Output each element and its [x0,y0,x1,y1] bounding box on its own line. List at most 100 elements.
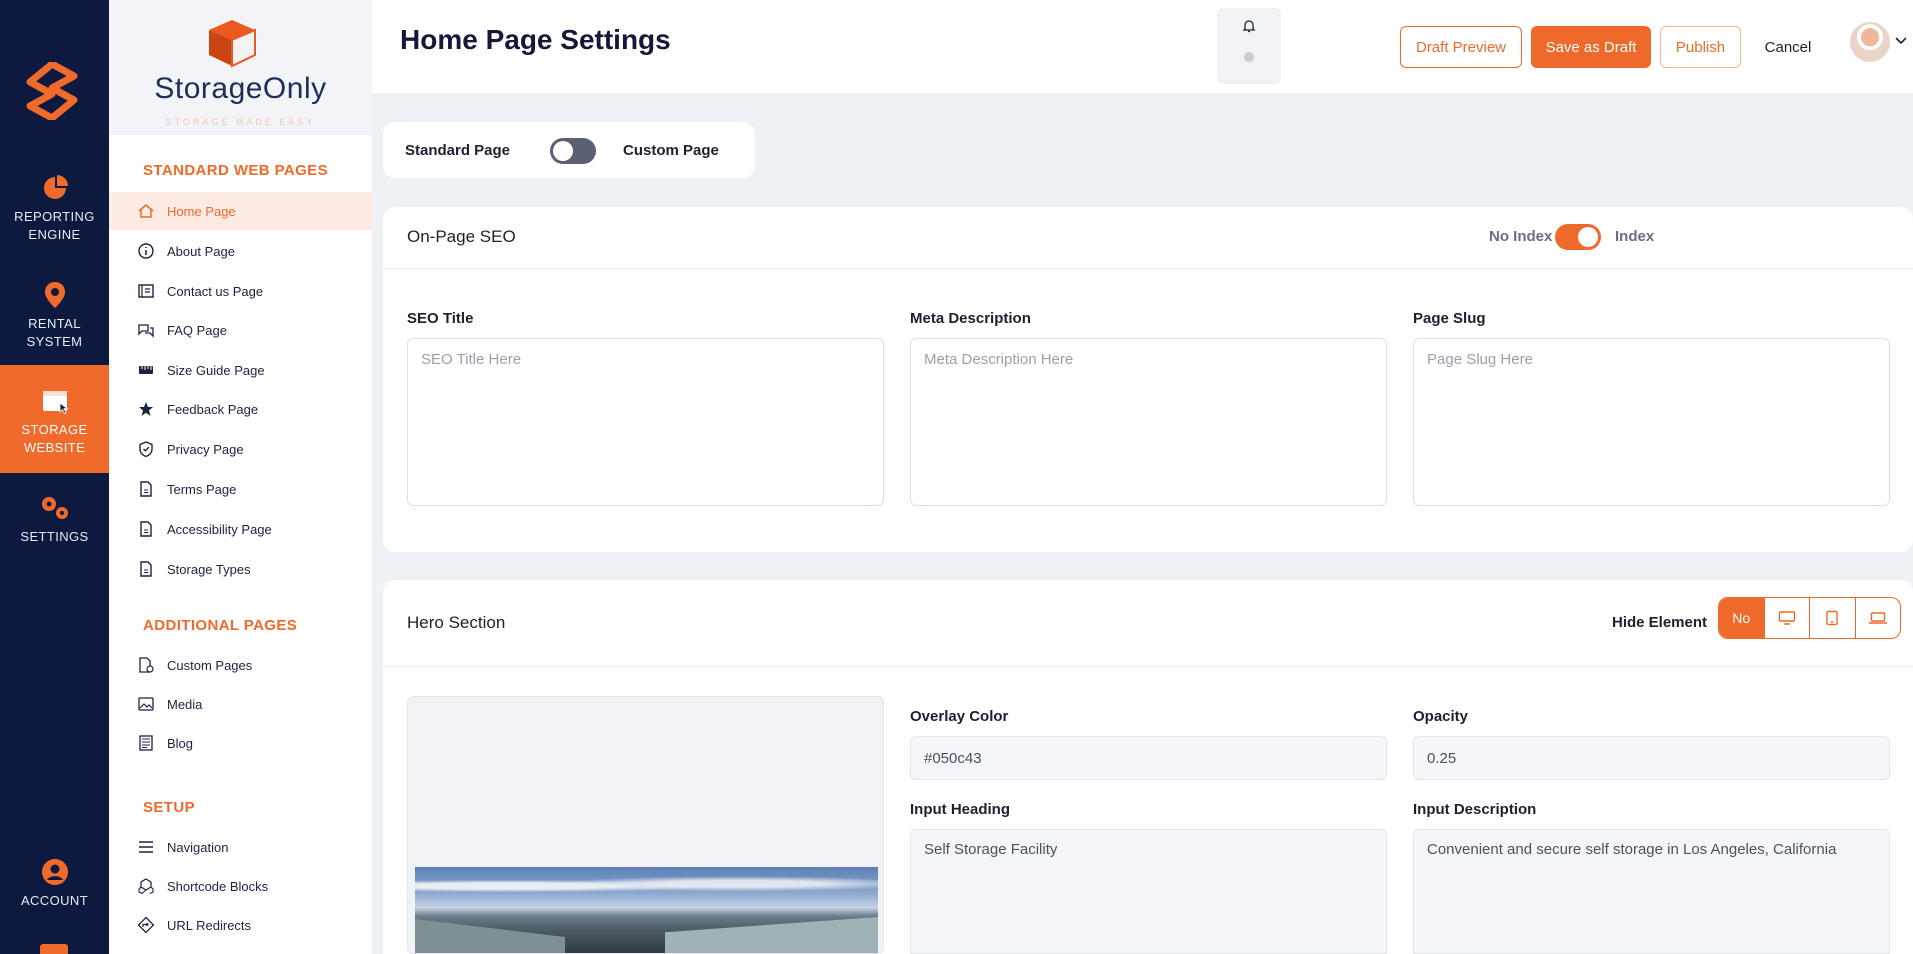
save-as-draft-button[interactable]: Save as Draft [1531,26,1651,68]
standard-page-label: Standard Page [405,142,511,159]
custom-page-label: Custom Page [623,142,719,159]
hide-desktop-option[interactable] [1765,598,1810,638]
rail-label: REPORTING [14,209,95,224]
app-logo-icon[interactable] [26,62,78,120]
redirect-sign-icon [137,916,155,934]
sidebar-item-privacy-page[interactable]: Privacy Page [109,430,372,468]
app-rail: REPORTING ENGINE RENTAL SYSTEM STORAGE W… [0,0,109,954]
rail-label: SETTINGS [20,529,89,544]
top-bar: Home Page Settings Draft Preview Save as… [372,0,1913,93]
rail-account[interactable]: ACCOUNT [0,858,109,918]
sidebar-item-size-guide-page[interactable]: Size Guide Page [109,351,372,389]
sidebar-item-label: Accessibility Page [167,521,272,537]
seo-title-label: SEO Title [407,310,474,327]
rail-label: ENGINE [28,227,81,242]
toggle-knob [1578,227,1598,247]
page-type-card: Standard Page Custom Page [383,122,755,178]
pie-chart-icon [43,175,68,199]
newspaper-icon [139,735,153,751]
hero-section-title: Hero Section [407,613,506,632]
standard-pages-heading: STANDARD WEB PAGES [143,162,328,179]
hero-image-thumbnail [415,867,878,953]
index-toggle[interactable] [1555,224,1601,250]
sidebar-item-label: URL Redirects [167,917,252,933]
divider [383,666,1913,667]
sidebar-item-navigation[interactable]: Navigation [109,828,372,866]
page-title: Home Page Settings [400,24,671,55]
sidebar-item-storage-types[interactable]: Storage Types [109,550,372,588]
overlay-color-field[interactable]: #050c43 [910,736,1387,780]
sidebar-item-label: Contact us Page [167,283,264,299]
laptop-icon [1868,612,1887,624]
rail-rental-system[interactable]: RENTAL SYSTEM [0,278,109,360]
page-slug-label: Page Slug [1413,310,1486,327]
rail-storage-website[interactable]: STORAGE WEBSITE [0,365,109,473]
sidebar-item-label: Navigation [167,839,229,855]
home-icon [138,204,154,218]
sidebar-item-custom-pages[interactable]: Custom Pages [109,646,372,684]
publish-button[interactable]: Publish [1660,26,1741,68]
info-icon [138,243,154,259]
brand-tagline: STORAGE MADE EASY [165,117,316,127]
draft-preview-button[interactable]: Draft Preview [1400,26,1522,68]
overlay-color-label: Overlay Color [910,708,1009,725]
sidebar-item-contact-page[interactable]: Contact us Page [109,272,372,310]
input-description-field[interactable]: Convenient and secure self storage in Lo… [1413,829,1890,954]
notifications[interactable] [1217,8,1281,84]
divider [383,268,1913,269]
sidebar-item-media[interactable]: Media [109,685,372,723]
notification-dot [1244,52,1254,62]
page-type-toggle[interactable] [550,138,596,164]
hero-image-dropzone[interactable] [407,696,884,954]
meta-description-field[interactable]: Meta Description Here [910,338,1387,506]
sidebar-item-label: Size Guide Page [167,362,265,378]
sidebar-item-feedback-page[interactable]: Feedback Page [109,390,372,428]
brand-name: StorageOnly [154,72,327,105]
address-book-icon [138,284,154,298]
hide-no-option[interactable]: No [1719,598,1765,638]
rail-extra-tab[interactable] [40,944,68,954]
sidebar-item-faq-page[interactable]: FAQ Page [109,311,372,349]
sidebar-item-terms-page[interactable]: Terms Page [109,470,372,508]
sidebar-item-shortcode-blocks[interactable]: Shortcode Blocks [109,867,372,905]
avatar[interactable] [1848,20,1892,64]
chevron-down-icon[interactable] [1894,36,1908,46]
opacity-field[interactable]: 0.25 [1413,736,1890,780]
sidebar-item-url-redirects[interactable]: URL Redirects [109,906,372,944]
seo-title-field[interactable]: SEO Title Here [407,338,884,506]
opacity-label: Opacity [1413,708,1469,725]
hide-element-segmented: No [1718,597,1901,639]
sidebar-item-label: Custom Pages [167,657,253,673]
rail-settings[interactable]: SETTINGS [0,494,109,556]
sidebar-item-label: Privacy Page [167,441,244,457]
star-icon [139,402,153,416]
desktop-icon [1778,611,1795,625]
sidebar-item-about-page[interactable]: About Page [109,232,372,270]
seo-card: On-Page SEO No Index Index SEO Title SEO… [383,207,1913,552]
sidebar-item-label: Feedback Page [167,401,259,417]
no-index-label: No Index [1489,228,1553,245]
seo-section-title: On-Page SEO [407,227,516,246]
hide-laptop-option[interactable] [1856,598,1901,638]
user-circle-icon [41,859,68,885]
input-heading-field[interactable]: Self Storage Facility [910,829,1387,954]
rail-label: WEBSITE [23,440,86,455]
main-content: Home Page Settings Draft Preview Save as… [372,0,1913,954]
cancel-button[interactable]: Cancel [1750,26,1826,68]
sidebar-item-home-page[interactable]: Home Page [109,192,372,230]
sidebar-item-label: Blog [167,735,194,751]
sidebar-item-blog[interactable]: Blog [109,724,372,762]
index-label: Index [1615,228,1655,245]
page-slug-field[interactable]: Page Slug Here [1413,338,1890,506]
shield-check-icon [139,441,153,458]
sidebar-item-accessibility-page[interactable]: Accessibility Page [109,510,372,548]
sidebar-item-label: About Page [167,243,235,259]
sidebar-item-label: Media [167,696,203,712]
sidebar-item-label: Terms Page [167,481,237,497]
ruler-icon [139,366,153,374]
rail-reporting-engine[interactable]: REPORTING ENGINE [0,170,109,252]
hide-tablet-option[interactable] [1810,598,1856,638]
hero-card: Hero Section Hide Element Overlay Color … [383,580,1913,954]
meta-description-label: Meta Description [910,310,1031,327]
image-icon [138,697,154,711]
